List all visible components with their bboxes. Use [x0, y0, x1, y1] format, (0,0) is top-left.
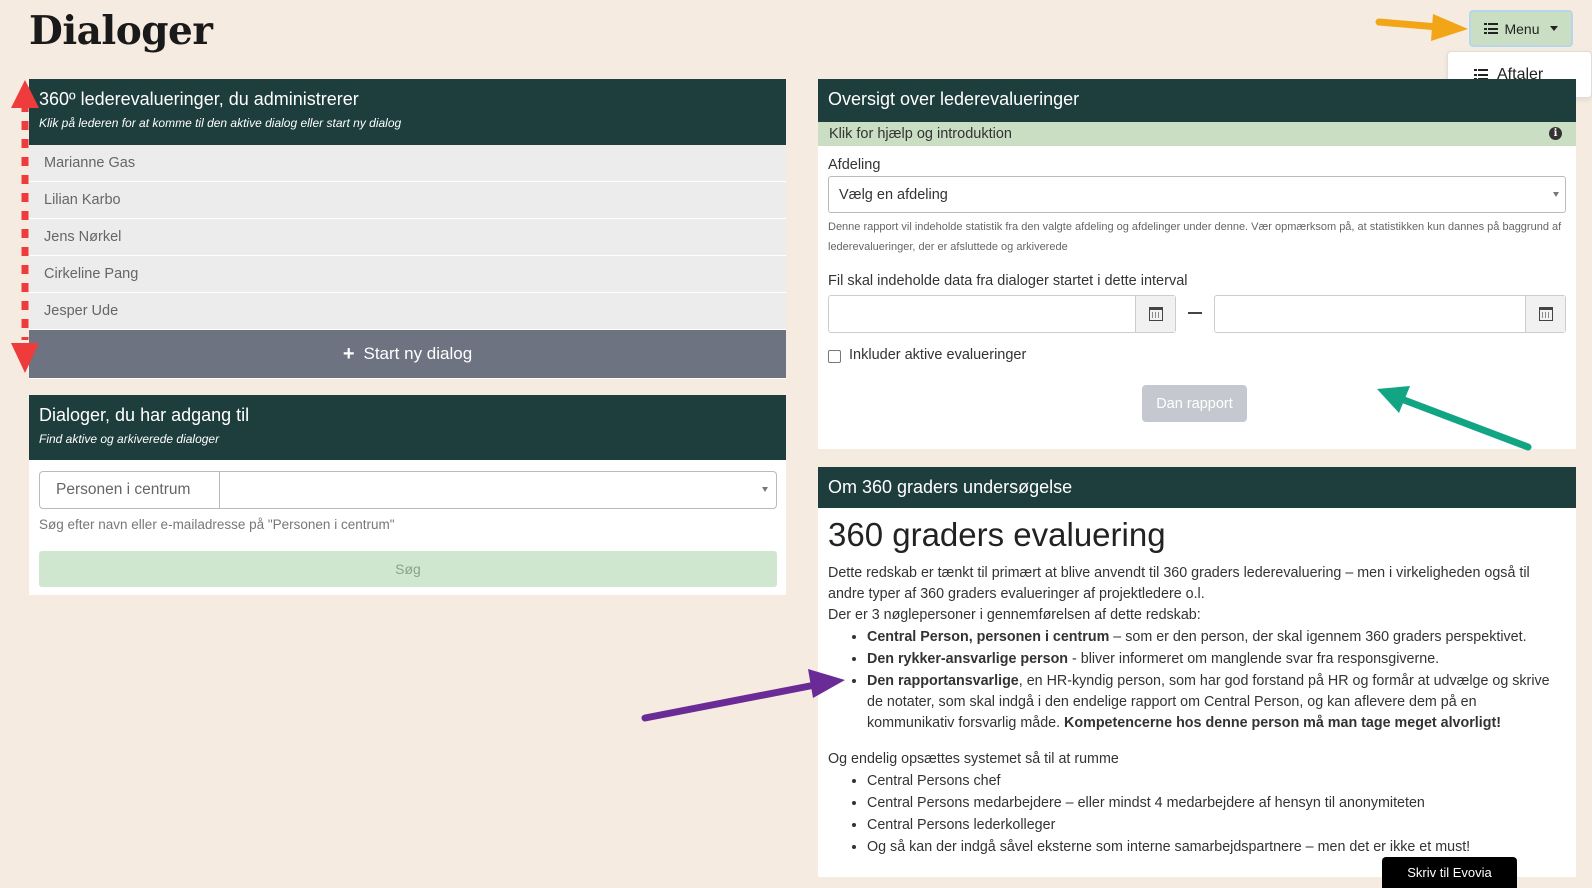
card-header: Dialoger, du har adgang til Find aktive …: [29, 395, 786, 460]
calendar-button[interactable]: [1525, 296, 1565, 332]
leader-item[interactable]: Lilian Karbo: [29, 182, 786, 219]
report-note: Denne rapport vil indeholde statistik fr…: [828, 221, 1562, 253]
card-title: Dialoger, du har adgang til: [39, 405, 250, 425]
list-item: Central Persons lederkolleger: [867, 814, 1566, 836]
person-select[interactable]: [220, 471, 777, 509]
menu-label: Menu: [1504, 20, 1540, 37]
search-row: Personen i centrum: [39, 471, 777, 509]
search-button[interactable]: Søg: [39, 551, 777, 587]
start-label: Start ny dialog: [363, 344, 473, 363]
card-title: 360º lederevalueringer, du administrerer: [39, 89, 359, 109]
list-item: Central Person, personen i centrum – som…: [867, 626, 1566, 648]
search-hint: Søg efter navn eller e-mailadresse på "P…: [39, 517, 395, 532]
range-dash: [1188, 312, 1202, 314]
list-item: Central Persons medarbejdere – eller min…: [867, 792, 1566, 814]
list-item: Den rapportansvarlige, en HR-kyndig pers…: [867, 670, 1566, 734]
finally-list: Central Persons chef Central Persons med…: [828, 770, 1566, 858]
finally-intro: Og endelig opsættes systemet så til at r…: [828, 751, 1119, 767]
about-heading: 360 graders evaluering: [828, 516, 1166, 553]
department-select[interactable]: Vælg en afdeling: [828, 176, 1566, 213]
list-item: Den rykker-ansvarlige person - bliver in…: [867, 648, 1566, 670]
card-header: Oversigt over lederevalueringer: [818, 79, 1576, 122]
card-subtitle: Find aktive og arkiverede dialoger: [39, 432, 220, 446]
page-title: Dialoger: [29, 8, 213, 54]
calendar-button[interactable]: [1135, 296, 1175, 332]
list-item: Central Persons chef: [867, 770, 1566, 792]
department-selected: Vælg en afdeling: [839, 186, 948, 203]
card-title: Oversigt over lederevalueringer: [828, 89, 1080, 109]
intro-text: Dette redskab er tænkt til primært at bl…: [828, 565, 1530, 602]
end-date-input[interactable]: [1214, 295, 1566, 333]
menu-button[interactable]: Menu: [1469, 10, 1573, 47]
generate-report-button[interactable]: Dan rapport: [1142, 385, 1247, 422]
caret-down-icon: [1549, 26, 1558, 31]
calendar-icon: [1538, 307, 1553, 321]
list-icon: [1484, 23, 1499, 34]
department-label: Afdeling: [828, 157, 881, 173]
leader-item[interactable]: Marianne Gas: [29, 145, 786, 182]
about-body: 360 graders evaluering Dette redskab er …: [818, 516, 1576, 858]
overview-card: Oversigt over lederevalueringer Klik for…: [818, 79, 1576, 449]
chevron-down-icon: [1553, 192, 1559, 197]
help-label: Klik for hjælp og introduktion: [829, 126, 1012, 142]
plus-icon: +: [342, 343, 355, 365]
start-date-input[interactable]: [828, 295, 1176, 333]
card-title: Om 360 graders undersøgelse: [828, 477, 1073, 497]
leader-item[interactable]: Jesper Ude: [29, 293, 786, 330]
card-subtitle: Klik på lederen for at komme til den akt…: [39, 116, 402, 130]
contact-button[interactable]: Skriv til Evovia: [1382, 857, 1517, 888]
key-people-list: Central Person, personen i centrum – som…: [828, 626, 1566, 734]
orange-arrow-line: [1375, 18, 1442, 31]
info-icon: i: [1549, 127, 1562, 140]
list-item: Og så kan der indgå såvel eksterne som i…: [867, 836, 1566, 858]
leader-item[interactable]: Cirkeline Pang: [29, 256, 786, 293]
calendar-icon: [1148, 307, 1163, 321]
start-new-dialog-button[interactable]: + Start ny dialog: [29, 330, 786, 378]
include-active-checkbox[interactable]: [828, 350, 841, 363]
help-bar[interactable]: Klik for hjælp og introduktion i: [818, 122, 1576, 146]
include-active-label: Inkluder aktive evalueringer: [849, 347, 1027, 363]
interval-label: Fil skal indeholde data fra dialoger sta…: [828, 273, 1188, 289]
leader-evaluations-card: 360º lederevalueringer, du administrerer…: [29, 79, 786, 379]
chevron-down-icon: [762, 487, 768, 492]
key-people-intro: Der er 3 nøglepersoner i gennemførelsen …: [828, 607, 1201, 623]
dialog-access-card: Dialoger, du har adgang til Find aktive …: [29, 395, 786, 595]
card-header: 360º lederevalueringer, du administrerer…: [29, 79, 786, 145]
leader-item[interactable]: Jens Nørkel: [29, 219, 786, 256]
orange-arrow-head-icon: [1431, 14, 1468, 41]
person-in-center-label: Personen i centrum: [39, 471, 220, 509]
purple-arrow-line: [641, 681, 819, 722]
card-header: Om 360 graders undersøgelse: [818, 467, 1576, 508]
about-card: Om 360 graders undersøgelse 360 graders …: [818, 467, 1576, 877]
